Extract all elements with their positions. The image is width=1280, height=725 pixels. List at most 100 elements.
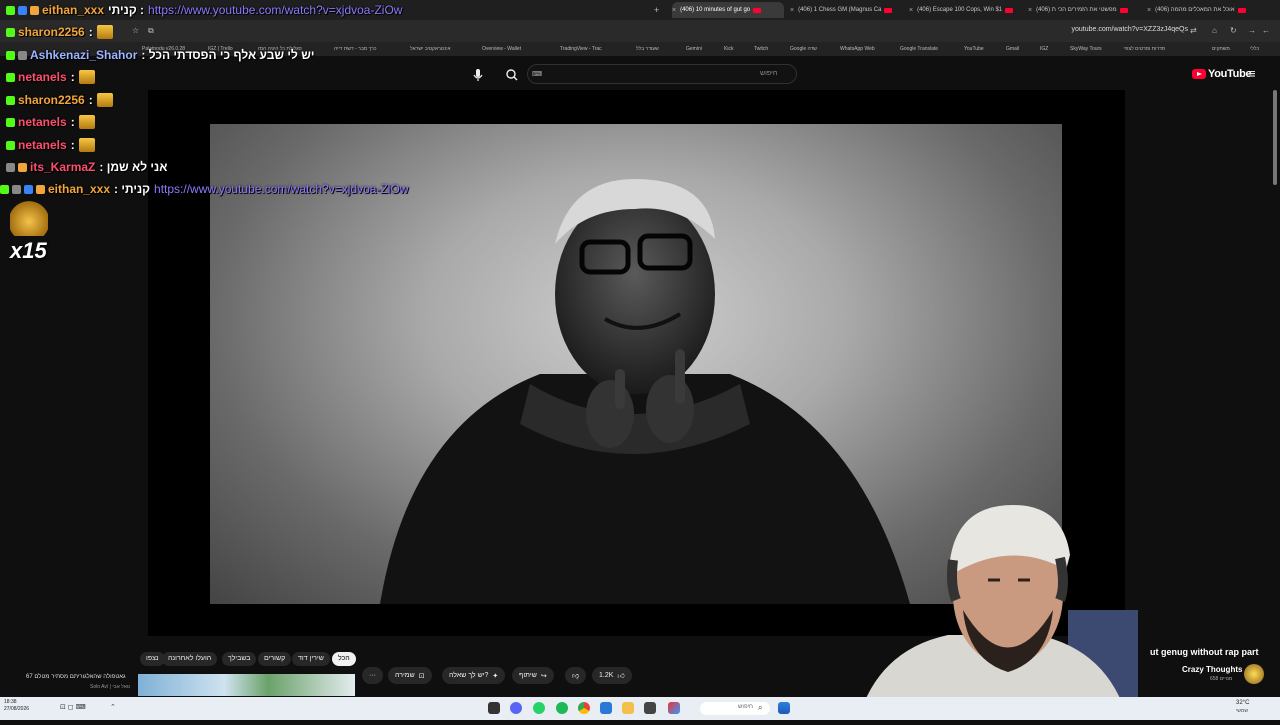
kick-badge-icon <box>6 50 15 60</box>
bookmark-item[interactable]: משחקים <box>1212 46 1230 52</box>
close-tab-icon[interactable]: × <box>1147 7 1151 14</box>
close-tab-icon[interactable]: × <box>909 7 913 14</box>
share-button[interactable]: שיתוף ↪ <box>512 667 554 684</box>
channel-avatar[interactable] <box>1244 664 1264 684</box>
url-text[interactable]: youtube.com/watch?v=XZZ3zJ4qeQs <box>1071 26 1188 33</box>
weather-temperature[interactable]: 32°C <box>1236 700 1249 706</box>
recommendation-title[interactable]: גאטפולה שהאלגוריתם מסתיר מטלם 67 <box>26 674 126 680</box>
tab-label: (406) 10 minutes of gut go <box>680 7 751 13</box>
recommendation-thumbnail[interactable] <box>138 674 355 696</box>
chat-username: sharon2256 <box>18 25 85 39</box>
bookmark-item[interactable]: Google Translate <box>900 46 938 52</box>
streamer-webcam <box>838 500 1138 720</box>
dislike-button[interactable]: 👎︎ <box>565 667 587 684</box>
microphone-icon[interactable] <box>469 66 487 84</box>
tab-label: (406) Escape 100 Cops, Win $1 <box>917 7 1003 13</box>
bookmark-item[interactable]: WhatsApp Web <box>840 46 875 52</box>
site-settings-icon[interactable]: ⇄ <box>1190 26 1197 35</box>
right-recommendation-title[interactable]: ut genug without rap part <box>1150 647 1259 657</box>
tab-label: (406) 1 Chess GM (Magnus Ca <box>798 7 882 13</box>
bookmark-item[interactable]: Overview - Wallet <box>482 46 521 52</box>
chrome-icon[interactable] <box>578 702 590 714</box>
chat-username: sharon2256 <box>18 93 85 107</box>
extensions-icon[interactable]: ⧉ <box>148 26 154 36</box>
search-input[interactable] <box>527 64 797 84</box>
chat-message: Ashkenazi_Shahor : יש לי שבע אלף כי הפסד… <box>6 48 314 62</box>
tab-3[interactable]: × (406) Escape 100 Cops, Win $1 <box>909 2 1021 18</box>
tab-5[interactable]: × (406) אוכל את המאכלים מהמה <box>1147 2 1259 18</box>
youtube-logo-text[interactable]: YouTube <box>1208 68 1252 80</box>
hamburger-menu-icon[interactable]: ≡ <box>1248 66 1256 81</box>
sub-badge-icon <box>36 184 45 194</box>
save-button[interactable]: שמירה ⊡ <box>388 667 432 684</box>
scrollbar-thumb[interactable] <box>1273 90 1277 185</box>
tab-4[interactable]: × (406) מפשטי את הזמירים הכי ת <box>1028 2 1140 18</box>
search-icon[interactable] <box>503 66 521 84</box>
sparkle-icon: ✦ <box>492 672 499 680</box>
tray-network-icon[interactable]: ⊡ ◻ ⌨ <box>60 703 86 711</box>
home-icon[interactable]: ⌂ <box>1212 26 1217 35</box>
new-tab-icon[interactable]: + <box>654 5 659 15</box>
thumbs-down-icon: 👎︎ <box>572 673 580 680</box>
bookmark-item[interactable]: סדרות וסרטים לצפי <box>1124 46 1165 52</box>
fire-emote-icon <box>96 93 113 107</box>
tab-1[interactable]: × (406) 10 minutes of gut go <box>672 2 784 18</box>
channel-name[interactable]: Crazy Thoughts <box>1182 665 1242 674</box>
discord-icon[interactable] <box>510 702 522 714</box>
reload-icon[interactable]: ↻ <box>1230 26 1237 35</box>
taskbar-clock[interactable]: 18:38 27/08/2026 <box>4 699 29 713</box>
whatsapp-icon[interactable] <box>533 702 545 714</box>
youtube-logo-icon[interactable] <box>1192 69 1206 79</box>
chip-related[interactable]: קשורים <box>258 652 292 666</box>
tab-label: (406) מפשטי את הזמירים הכי ת <box>1036 7 1117 13</box>
chip-channel[interactable]: שירין דוד <box>292 652 330 666</box>
bookmark-item[interactable]: Gemini <box>686 46 702 52</box>
share-icon: ↪ <box>540 672 547 680</box>
bookmark-item[interactable]: כרך מבר - דשת דייה <box>334 46 376 52</box>
outlook-icon[interactable] <box>600 702 612 714</box>
tab-2[interactable]: × (406) 1 Chess GM (Magnus Ca <box>790 2 902 18</box>
kick-badge-icon <box>0 184 9 194</box>
forward-icon[interactable]: → <box>1248 26 1256 35</box>
tray-chevron-icon[interactable]: ⌃ <box>110 703 116 711</box>
terminal-icon[interactable] <box>644 702 656 714</box>
close-tab-icon[interactable]: × <box>790 7 794 14</box>
ask-button[interactable]: יש לך שאלה? ✦ <box>442 667 506 684</box>
bookmark-item[interactable]: Gmail <box>1006 46 1019 52</box>
chat-link[interactable]: https://www.youtube.com/watch?v=xjdvoa-Z… <box>148 3 402 17</box>
keyboard-icon[interactable]: ⌨ <box>532 70 542 78</box>
shield-badge-icon <box>12 184 21 194</box>
bookmark-item[interactable]: כללי <box>1250 46 1259 52</box>
bookmark-item[interactable]: שעודר בלל <box>636 46 659 52</box>
start-menu-icon[interactable] <box>778 702 790 714</box>
chat-link[interactable]: https://www.youtube.com/watch?v=xjdvoa-Z… <box>154 182 408 196</box>
bookmark-item[interactable]: Kick <box>724 46 733 52</box>
chip-recent[interactable]: הועלו לאחרונה <box>162 652 218 666</box>
sub-badge-icon <box>18 162 27 172</box>
close-tab-icon[interactable]: × <box>672 7 676 14</box>
bookmark-item[interactable]: YouTube <box>964 46 984 52</box>
bookmark-item[interactable]: SkyWay Tours <box>1070 46 1102 52</box>
kick-badge-icon <box>6 140 15 150</box>
spotify-icon[interactable] <box>556 702 568 714</box>
youtube-favicon-icon <box>1005 7 1014 13</box>
app-icon[interactable] <box>488 702 500 714</box>
bookmark-item[interactable]: אינטראקטיב ישראל <box>410 46 450 52</box>
more-actions-button[interactable]: ··· <box>362 667 383 684</box>
bookmark-item[interactable]: IGZ <box>1040 46 1048 52</box>
app-icon[interactable] <box>668 702 680 714</box>
bookmark-item[interactable]: Twitch <box>754 46 768 52</box>
verified-badge-icon <box>24 184 33 194</box>
bookmark-item[interactable]: TradingView - Trac <box>560 46 602 52</box>
bookmark-item[interactable]: Google שדה <box>790 46 817 52</box>
chip-watched[interactable]: נצפו <box>140 652 165 666</box>
chat-text: : <box>88 25 93 39</box>
chat-username: Ashkenazi_Shahor <box>30 48 138 62</box>
file-explorer-icon[interactable] <box>622 702 634 714</box>
bookmark-star-icon[interactable]: ☆ <box>132 26 139 35</box>
back-icon[interactable]: ← <box>1262 26 1270 35</box>
like-button[interactable]: 1.2K 👍︎ <box>592 667 632 684</box>
chip-all[interactable]: הכל <box>332 652 356 666</box>
close-tab-icon[interactable]: × <box>1028 7 1032 14</box>
chip-for-you[interactable]: בשבילך <box>222 652 257 666</box>
